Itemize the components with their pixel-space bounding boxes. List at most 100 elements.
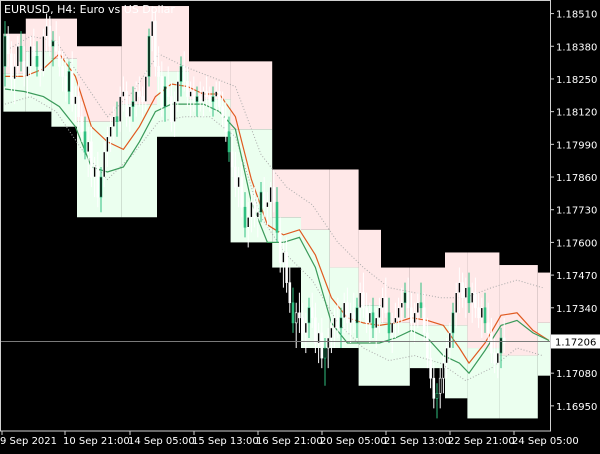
- candle-body: [419, 302, 423, 309]
- y-tick-label: 1.18380: [556, 42, 597, 53]
- candle-body: [378, 307, 381, 319]
- channel-upper-zone: [329, 169, 359, 268]
- price-chart[interactable]: 1.18510 1.18380 1.18250 1.18120 1.17990 1.178…: [0, 0, 600, 450]
- candle-body: [298, 312, 301, 319]
- candle-body: [163, 86, 167, 107]
- candle-body: [42, 35, 45, 72]
- candle-body: [102, 151, 106, 178]
- channel-upper-zone: [77, 46, 122, 122]
- candle-body: [221, 106, 224, 117]
- candle-body: [54, 40, 58, 52]
- candle-body: [224, 116, 228, 133]
- candle-body: [390, 322, 394, 334]
- candle-body: [502, 337, 506, 344]
- candle-body: [275, 201, 279, 233]
- candle-body: [432, 377, 436, 399]
- candle-body: [58, 50, 61, 67]
- candle-body: [214, 91, 218, 97]
- y-axis: 1.18510 1.18380 1.18250 1.18120 1.17990 1.178…: [550, 10, 600, 413]
- candle-body: [150, 20, 154, 37]
- y-tick-label: 1.17730: [556, 206, 597, 217]
- candle-body: [259, 191, 263, 213]
- candle-body: [349, 312, 352, 324]
- candle-body: [342, 302, 346, 319]
- candle-body: [435, 392, 439, 399]
- candle-body: [67, 71, 71, 92]
- candle-body: [141, 96, 144, 102]
- candle-body: [90, 141, 93, 178]
- candle-body: [451, 312, 455, 334]
- y-tick-label: 1.18120: [556, 108, 597, 119]
- candle-body: [22, 61, 26, 77]
- candle-body: [470, 292, 474, 304]
- candle-body: [157, 66, 160, 77]
- candle-body: [10, 53, 13, 80]
- candle-body: [384, 297, 388, 314]
- candle-body: [234, 166, 237, 188]
- candle-body: [458, 282, 461, 293]
- x-tick-label: 15 Sep 13:00: [192, 436, 259, 447]
- candle-body: [227, 131, 231, 153]
- candle-body: [422, 307, 426, 334]
- candle-body: [166, 86, 170, 97]
- candle-body: [480, 307, 484, 319]
- candle-body: [483, 307, 487, 324]
- candle-body: [403, 292, 407, 304]
- candle-body: [352, 312, 356, 324]
- candle-body: [218, 91, 221, 107]
- candle-body: [326, 337, 330, 349]
- candle-body: [266, 201, 269, 208]
- candle-body: [323, 347, 327, 359]
- candle-body: [154, 20, 157, 67]
- candle-body: [26, 66, 29, 77]
- channel-upper-zone: [537, 272, 551, 323]
- candle-body: [406, 292, 410, 309]
- candle-body: [410, 307, 413, 324]
- candle-body: [147, 35, 151, 77]
- candle-body: [381, 297, 384, 309]
- candle-body: [250, 201, 253, 218]
- candle-body: [282, 252, 285, 263]
- candle-body: [173, 101, 176, 123]
- candle-body: [246, 216, 250, 228]
- candle-body: [288, 282, 292, 304]
- candle-body: [237, 176, 240, 188]
- candle-body: [80, 116, 84, 133]
- channel-lower-zone: [499, 355, 538, 419]
- candle-body: [176, 81, 180, 102]
- candle-body: [477, 307, 480, 319]
- candle-body: [83, 131, 87, 153]
- y-tick-label: 1.17860: [556, 173, 597, 184]
- channel-upper-zone: [230, 61, 273, 130]
- channel-upper-zone: [301, 169, 330, 230]
- candle-body: [29, 45, 32, 67]
- y-tick-label: 1.17470: [556, 271, 597, 282]
- candle-body: [464, 287, 468, 299]
- candle-body: [74, 96, 77, 105]
- candle-body: [16, 45, 20, 67]
- y-tick-label: 1.17990: [556, 140, 597, 151]
- candle-body: [448, 332, 452, 349]
- candle-body: [330, 327, 333, 339]
- candle-body: [310, 307, 314, 319]
- candle-body: [70, 71, 74, 105]
- candle-body: [285, 252, 288, 283]
- candle-body: [45, 25, 48, 37]
- candle-body: [262, 191, 266, 208]
- candle-body: [301, 317, 304, 334]
- y-tick-label: 1.17600: [556, 238, 597, 249]
- y-tick-label: 1.17080: [556, 369, 597, 380]
- candle-body: [486, 322, 490, 334]
- candle-body: [6, 35, 10, 55]
- candle-body: [346, 302, 349, 324]
- candle-body: [368, 312, 372, 324]
- y-tick-label: 1.16950: [556, 402, 597, 413]
- candle-body: [371, 312, 375, 329]
- candle-body: [32, 45, 36, 57]
- candle-body: [358, 292, 362, 309]
- candle-body: [99, 176, 103, 198]
- candle-body: [115, 116, 119, 123]
- y-tick-label: 1.17340: [556, 304, 597, 315]
- candle-body: [205, 91, 208, 97]
- candle-body: [192, 91, 196, 102]
